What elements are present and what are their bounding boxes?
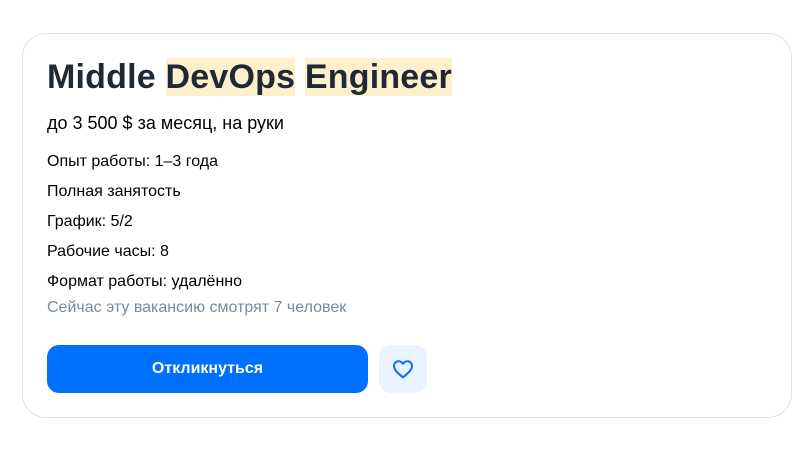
detail-hours: Рабочие часы: 8 <box>47 243 169 260</box>
vacancy-details: Опыт работы: 1–3 года Полная занятость Г… <box>47 147 242 297</box>
heart-icon <box>393 360 413 379</box>
salary: до 3 500 $ за месяц, на руки <box>47 113 284 133</box>
vacancy-title: Middle DevOps Engineer <box>47 56 452 98</box>
title-space <box>295 58 305 96</box>
viewers-count: Сейчас эту вакансию смотрят 7 человек <box>47 299 347 316</box>
detail-employment: Полная занятость <box>47 183 181 200</box>
title-highlight-engineer: Engineer <box>304 58 452 96</box>
detail-schedule: График: 5/2 <box>47 213 133 230</box>
detail-experience: Опыт работы: 1–3 года <box>47 153 219 170</box>
favorite-button[interactable] <box>379 345 427 393</box>
vacancy-card: Middle DevOps Engineer до 3 500 $ за мес… <box>22 33 792 418</box>
title-level: Middle <box>47 58 166 96</box>
detail-work-format: Формат работы: удалённо <box>47 273 243 290</box>
apply-button[interactable]: Откликнуться <box>47 345 368 393</box>
title-highlight-devops: DevOps <box>165 58 296 96</box>
